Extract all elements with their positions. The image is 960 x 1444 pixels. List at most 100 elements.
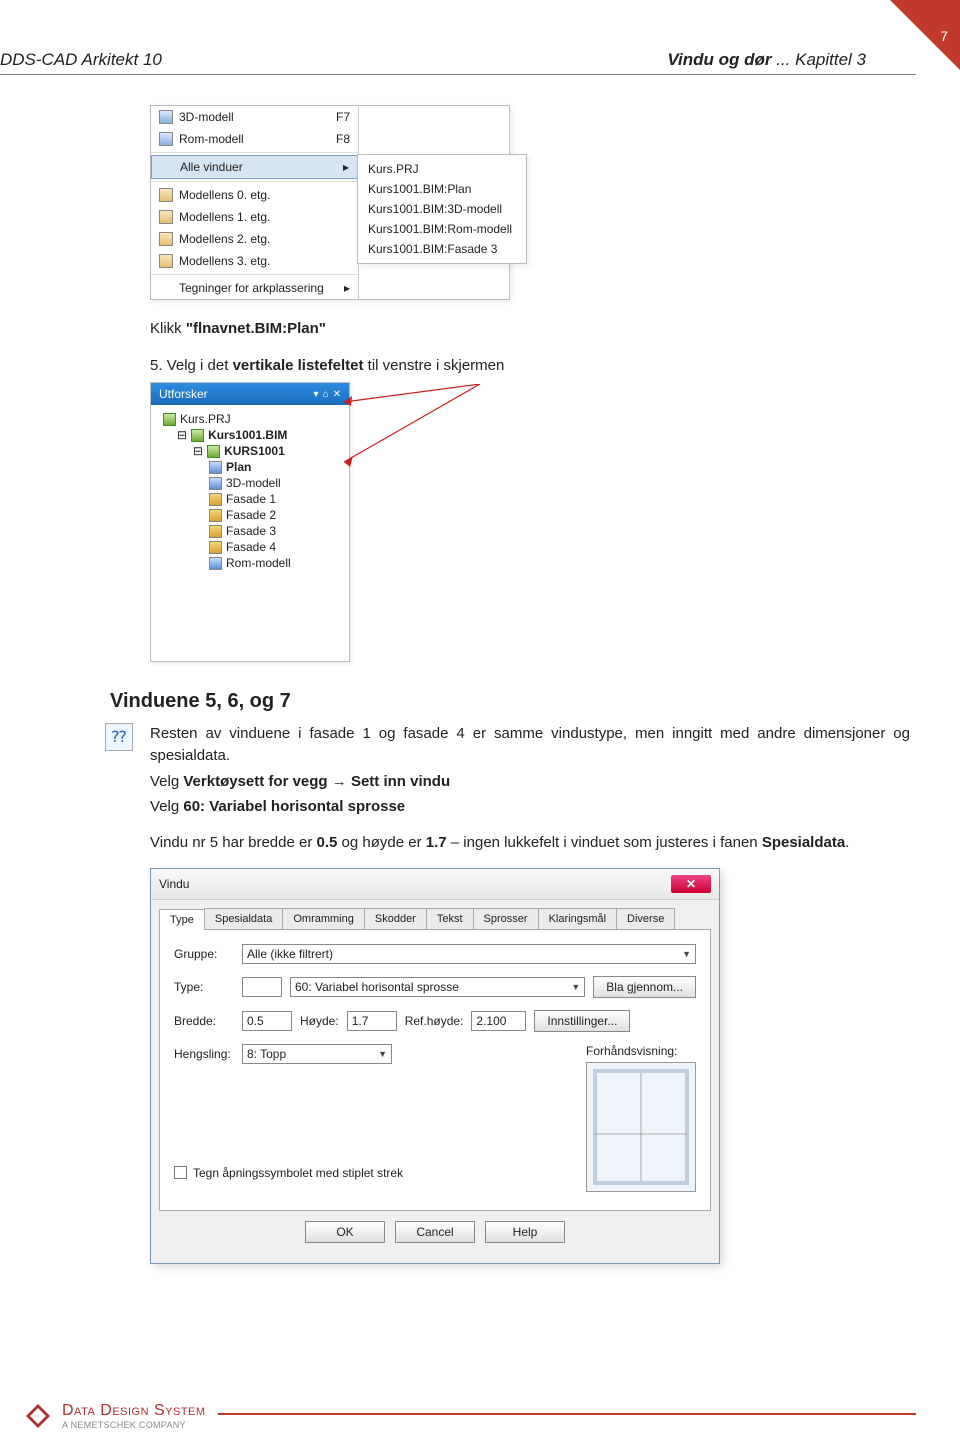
flyout-item[interactable]: Kurs1001.BIM:Plan <box>358 179 526 199</box>
page-footer: Data Design System A NEMETSCHEK COMPANY <box>0 1402 960 1430</box>
explorer-title: Utforsker <box>159 387 208 401</box>
section-heading: Vinduene 5, 6, og 7 <box>110 690 910 713</box>
select-hengsling[interactable]: 8: Topp▼ <box>242 1044 392 1064</box>
menu-item-etg0[interactable]: Modellens 0. etg. <box>151 184 358 206</box>
tree-row-plan[interactable]: Plan <box>155 459 345 475</box>
3d-icon <box>209 477 222 490</box>
tab-type[interactable]: Type <box>159 909 205 930</box>
rom-icon <box>209 557 222 570</box>
brand-logo-icon <box>26 1404 50 1428</box>
expander-icon[interactable]: ⊟ <box>177 428 187 442</box>
project-icon <box>163 413 176 426</box>
menu-item-etg1[interactable]: Modellens 1. etg. <box>151 206 358 228</box>
checkbox[interactable] <box>174 1166 187 1179</box>
menu-label: Rom-modell <box>179 132 244 146</box>
dialog-title: Vindu <box>159 877 189 891</box>
menu-item-etg2[interactable]: Modellens 2. etg. <box>151 228 358 250</box>
tab-omramming[interactable]: Omramming <box>282 908 365 929</box>
chevron-down-icon: ▼ <box>682 949 691 959</box>
fasade-icon <box>209 525 222 538</box>
settings-button[interactable]: Innstillinger... <box>534 1010 630 1032</box>
flyout-item[interactable]: Kurs1001.BIM:Rom-modell <box>358 219 526 239</box>
tree-row[interactable]: Kurs.PRJ <box>155 411 345 427</box>
fasade-icon <box>209 509 222 522</box>
explorer-title-bar: Utforsker ▾ ⌂ ✕ <box>151 383 349 405</box>
window-preview <box>586 1062 696 1192</box>
checkbox-label: Tegn åpningssymbolet med stiplet strek <box>193 1166 403 1180</box>
browse-button[interactable]: Bla gjennom... <box>593 976 696 998</box>
tree-row[interactable]: ⊟KURS1001 <box>155 443 345 459</box>
tree-row[interactable]: Fasade 4 <box>155 539 345 555</box>
floor-icon <box>159 210 173 224</box>
menu-item-etg3[interactable]: Modellens 3. etg. <box>151 250 358 272</box>
ok-button[interactable]: OK <box>305 1221 385 1243</box>
flyout-item[interactable]: Kurs.PRJ <box>358 159 526 179</box>
rom-icon <box>159 132 173 146</box>
menu-label: Alle vinduer <box>180 160 243 174</box>
select-gruppe[interactable]: Alle (ikke filtrert)▼ <box>242 944 696 964</box>
floor-icon <box>159 254 173 268</box>
tree-row[interactable]: Fasade 3 <box>155 523 345 539</box>
input-hoyde[interactable]: 1.7 <box>347 1011 397 1031</box>
tab-sprosser[interactable]: Sprosser <box>473 908 539 929</box>
paragraph: Vindu nr 5 har bredde er 0.5 og høyde er… <box>150 832 910 854</box>
checkbox-row[interactable]: Tegn åpningssymbolet med stiplet strek <box>174 1166 566 1180</box>
menu-label: Modellens 1. etg. <box>179 210 270 224</box>
input-bredde[interactable]: 0.5 <box>242 1011 292 1031</box>
page-number: 7 <box>940 28 948 44</box>
menu-label: 3D-modell <box>179 110 234 124</box>
menu-label: Modellens 3. etg. <box>179 254 270 268</box>
window-dialog: Vindu ✕ Type Spesialdata Omramming Skodd… <box>150 868 720 1264</box>
menu-item-3d[interactable]: 3D-modell F7 <box>151 106 358 128</box>
menu-item-alle-vinduer[interactable]: Alle vinduer ▸ <box>151 155 358 179</box>
pin-icon[interactable]: ⌂ <box>323 389 329 400</box>
header-right-bold: Vindu og dør <box>667 50 771 69</box>
paragraph: Resten av vinduene i fasade 1 og fasade … <box>150 723 910 767</box>
tree-row[interactable]: 3D-modell <box>155 475 345 491</box>
floor-icon <box>159 188 173 202</box>
tab-klaringsmal[interactable]: Klaringsmål <box>538 908 617 929</box>
menu-item-rom[interactable]: Rom-modell F8 <box>151 128 358 150</box>
paragraph: Velg Verktøysett for vegg → Sett inn vin… <box>150 771 910 793</box>
menu-label: Tegninger for arkplassering <box>179 281 324 295</box>
expander-icon[interactable]: ⊟ <box>193 444 203 458</box>
input-refhoyde[interactable]: 2.100 <box>471 1011 526 1031</box>
floor-icon <box>159 232 173 246</box>
submenu-arrow-icon: ▸ <box>344 281 350 295</box>
tab-strip: Type Spesialdata Omramming Skodder Tekst… <box>159 908 711 930</box>
menu-label: Modellens 0. etg. <box>179 188 270 202</box>
brand-subtitle: A NEMETSCHEK COMPANY <box>62 1420 206 1430</box>
help-button[interactable]: Help <box>485 1221 565 1243</box>
footer-rule <box>218 1413 916 1415</box>
close-icon[interactable]: ✕ <box>333 389 341 400</box>
tree-row[interactable]: Rom-modell <box>155 555 345 571</box>
flyout-item[interactable]: Kurs1001.BIM:3D-modell <box>358 199 526 219</box>
pin-icon[interactable]: ▾ <box>314 389 319 400</box>
header-left: DDS-CAD Arkitekt 10 <box>0 50 162 70</box>
submenu-arrow-icon: ▸ <box>343 160 349 174</box>
menu-label: Modellens 2. etg. <box>179 232 270 246</box>
tab-tekst[interactable]: Tekst <box>426 908 474 929</box>
close-button[interactable]: ✕ <box>671 875 711 893</box>
tree-row[interactable]: ⊟Kurs1001.BIM <box>155 427 345 443</box>
select-type[interactable]: 60: Variabel horisontal sprosse▼ <box>290 977 585 997</box>
input-type-code[interactable] <box>242 977 282 997</box>
label-bredde: Bredde: <box>174 1014 234 1028</box>
flyout-item[interactable]: Kurs1001.BIM:Fasade 3 <box>358 239 526 259</box>
tab-spesialdata[interactable]: Spesialdata <box>204 908 284 929</box>
brand-name: Data Design System <box>62 1402 206 1420</box>
tab-diverse[interactable]: Diverse <box>616 908 675 929</box>
label-gruppe: Gruppe: <box>174 947 234 961</box>
tree-row[interactable]: Fasade 1 <box>155 491 345 507</box>
paragraph: Velg 60: Variabel horisontal sprosse <box>150 796 910 818</box>
menu-item-tegninger[interactable]: Tegninger for arkplassering ▸ <box>151 277 358 299</box>
plan-icon <box>209 461 222 474</box>
explorer-panel: Utforsker ▾ ⌂ ✕ Kurs.PRJ ⊟Kurs1001.BIM ⊟… <box>150 382 350 662</box>
label-refhoyde: Ref.høyde: <box>405 1014 464 1028</box>
header-right: Vindu og dør ... Kapittel 3 <box>667 50 866 70</box>
tree-row[interactable]: Fasade 2 <box>155 507 345 523</box>
cube-icon <box>159 110 173 124</box>
cancel-button[interactable]: Cancel <box>395 1221 475 1243</box>
model-icon <box>207 445 220 458</box>
tab-skodder[interactable]: Skodder <box>364 908 427 929</box>
